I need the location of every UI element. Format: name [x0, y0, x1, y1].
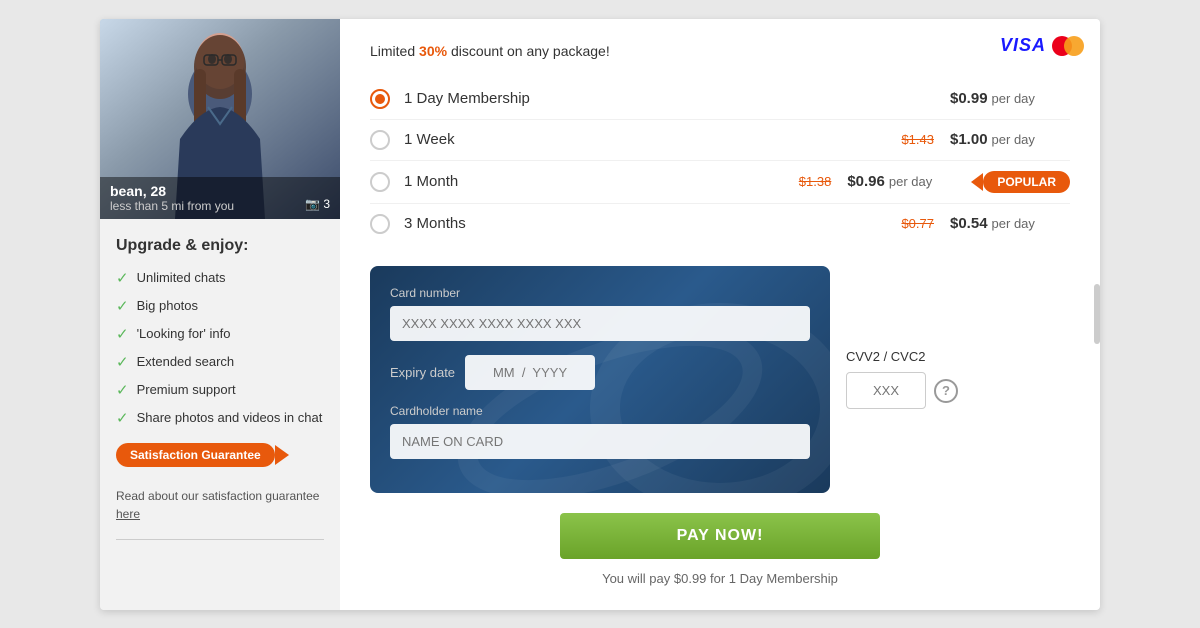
- membership-option-1month[interactable]: 1 Month $1.38 $0.96 per day POPULAR: [370, 161, 1070, 204]
- profile-info-bar: bean, 28 less than 5 mi from you 📷 3: [100, 177, 340, 219]
- option-1week-label: 1 Week: [404, 131, 901, 148]
- pay-now-button[interactable]: PAY NOW!: [560, 513, 880, 559]
- option-1month-original-price: $1.38: [799, 174, 832, 189]
- option-3months-label: 3 Months: [404, 215, 901, 232]
- expiry-input[interactable]: [465, 355, 595, 390]
- cardholder-label: Cardholder name: [390, 404, 810, 418]
- check-icon: ✓: [116, 409, 129, 427]
- option-1day-label: 1 Day Membership: [404, 90, 950, 107]
- scrollbar-hint: [1094, 284, 1100, 344]
- option-1week-original-price: $1.43: [901, 132, 934, 147]
- option-1week-price-block: $1.00 per day: [950, 131, 1070, 148]
- option-3months-perday: per day: [992, 216, 1035, 231]
- check-icon: ✓: [116, 297, 129, 315]
- cvv-input[interactable]: [846, 372, 926, 409]
- discount-percentage: 30%: [419, 43, 447, 59]
- feature-label: Extended search: [137, 354, 235, 369]
- profile-photo: bean, 28 less than 5 mi from you 📷 3: [100, 19, 340, 219]
- feature-label: Share photos and videos in chat: [137, 410, 323, 425]
- option-1month-price: $0.96: [847, 173, 885, 190]
- feature-label: 'Looking for' info: [137, 326, 231, 341]
- mastercard-logo: [1052, 35, 1084, 57]
- guarantee-text: Read about our satisfaction guarantee he…: [116, 487, 324, 523]
- check-icon: ✓: [116, 381, 129, 399]
- membership-option-1week[interactable]: 1 Week $1.43 $1.00 per day: [370, 120, 1070, 161]
- membership-options: 1 Day Membership $0.99 per day 1 Week $1…: [370, 79, 1070, 244]
- feature-extended-search: ✓ Extended search: [116, 353, 324, 371]
- pay-button-wrapper: PAY NOW!: [370, 513, 1070, 559]
- option-1day-price-block: $0.99 per day: [950, 90, 1070, 107]
- divider: [116, 539, 324, 540]
- radio-1month[interactable]: [370, 172, 390, 192]
- check-icon: ✓: [116, 269, 129, 287]
- profile-distance: less than 5 mi from you: [110, 199, 330, 213]
- left-panel: bean, 28 less than 5 mi from you 📷 3 Upg…: [100, 19, 340, 610]
- upgrade-title: Upgrade & enjoy:: [116, 237, 324, 255]
- expiry-label: Expiry date: [390, 365, 455, 380]
- popular-badge: POPULAR: [983, 171, 1070, 193]
- radio-1week[interactable]: [370, 130, 390, 150]
- radio-1day-inner: [375, 94, 385, 104]
- right-panel: VISA Limited 30% discount on any package…: [340, 19, 1100, 610]
- feature-big-photos: ✓ Big photos: [116, 297, 324, 315]
- camera-icon: 📷: [305, 197, 320, 211]
- card-number-input[interactable]: [390, 306, 810, 341]
- satisfaction-guarantee-badge: Satisfaction Guarantee: [116, 443, 275, 467]
- option-3months-price-block: $0.54 per day: [950, 215, 1070, 232]
- check-icon: ✓: [116, 325, 129, 343]
- cvv-row: ?: [846, 372, 958, 409]
- upgrade-section: Upgrade & enjoy: ✓ Unlimited chats ✓ Big…: [100, 219, 340, 550]
- feature-premium-support: ✓ Premium support: [116, 381, 324, 399]
- membership-option-3months[interactable]: 3 Months $0.77 $0.54 per day: [370, 204, 1070, 244]
- cvv-label: CVV2 / CVC2: [846, 349, 958, 364]
- option-1month-label: 1 Month: [404, 173, 799, 190]
- feature-looking-for: ✓ 'Looking for' info: [116, 325, 324, 343]
- card-number-label: Card number: [390, 286, 810, 300]
- check-icon: ✓: [116, 353, 129, 371]
- option-1week-perday: per day: [992, 132, 1035, 147]
- card-form: Card number Expiry date Cardholder name: [370, 266, 830, 493]
- guarantee-link[interactable]: here: [116, 507, 140, 521]
- option-1day-perday: per day: [992, 91, 1035, 106]
- feature-share-photos: ✓ Share photos and videos in chat: [116, 409, 324, 427]
- cvv-help-button[interactable]: ?: [934, 379, 958, 403]
- option-1week-price: $1.00: [950, 131, 988, 148]
- radio-3months[interactable]: [370, 214, 390, 234]
- option-1day-price: $0.99: [950, 90, 988, 107]
- discount-banner: Limited 30% discount on any package!: [370, 43, 1070, 59]
- feature-list: ✓ Unlimited chats ✓ Big photos ✓ 'Lookin…: [116, 269, 324, 427]
- option-1month-price-block: $0.96 per day: [847, 173, 967, 190]
- option-1month-perday: per day: [889, 174, 932, 189]
- photo-count: 📷 3: [305, 197, 330, 211]
- mc-right-circle: [1064, 36, 1084, 56]
- membership-option-1day[interactable]: 1 Day Membership $0.99 per day: [370, 79, 1070, 120]
- radio-1day[interactable]: [370, 89, 390, 109]
- feature-unlimited-chats: ✓ Unlimited chats: [116, 269, 324, 287]
- feature-label: Premium support: [137, 382, 236, 397]
- main-container: bean, 28 less than 5 mi from you 📷 3 Upg…: [100, 19, 1100, 610]
- option-3months-price: $0.54: [950, 215, 988, 232]
- card-form-wrapper: Card number Expiry date Cardholder name …: [370, 266, 1070, 493]
- expiry-row: Expiry date: [390, 355, 810, 390]
- profile-name: bean, 28: [110, 183, 330, 199]
- cardholder-input[interactable]: [390, 424, 810, 459]
- cvv-area: CVV2 / CVC2 ?: [830, 266, 974, 493]
- visa-logo: VISA: [1000, 35, 1046, 56]
- feature-label: Big photos: [137, 298, 198, 313]
- payment-logos: VISA: [1000, 35, 1084, 57]
- payment-summary: You will pay $0.99 for 1 Day Membership: [370, 571, 1070, 586]
- option-3months-original-price: $0.77: [901, 216, 934, 231]
- feature-label: Unlimited chats: [137, 270, 226, 285]
